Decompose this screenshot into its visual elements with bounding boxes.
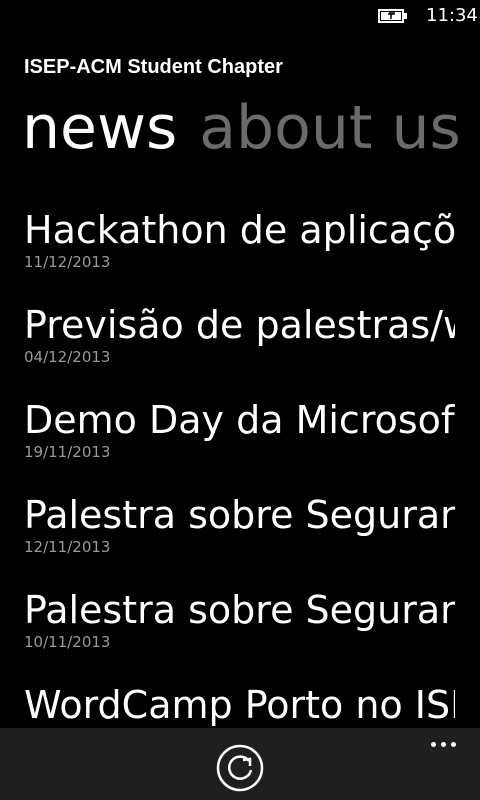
news-list: Hackathon de aplicações 11/12/2013 Previ…: [24, 204, 455, 728]
news-item[interactable]: Previsão de palestras/workshops 04/12/20…: [24, 299, 455, 394]
ellipsis-dot: [451, 742, 456, 747]
pivot-tab-news[interactable]: news: [22, 92, 177, 164]
news-item[interactable]: Palestra sobre Segurança 10/11/2013: [24, 584, 455, 679]
pivot-tab-about-us[interactable]: about us: [199, 92, 460, 164]
status-bar: 11:34: [0, 0, 480, 32]
news-item-title: Palestra sobre Segurança: [24, 588, 455, 632]
news-item[interactable]: Hackathon de aplicações 11/12/2013: [24, 204, 455, 299]
ellipsis-dot: [441, 742, 446, 747]
news-item[interactable]: Palestra sobre Segurança 12/11/2013: [24, 489, 455, 584]
news-item[interactable]: WordCamp Porto no ISEP: [24, 679, 455, 728]
news-item-title: Hackathon de aplicações: [24, 208, 455, 252]
ellipsis-dot: [431, 742, 436, 747]
more-ellipsis-icon[interactable]: [428, 736, 460, 752]
app-bar: [0, 728, 480, 800]
news-item-title: Previsão de palestras/workshops: [24, 303, 455, 347]
app-title: ISEP-ACM Student Chapter: [24, 56, 283, 78]
news-item[interactable]: Demo Day da Microsoft 19/11/2013: [24, 394, 455, 489]
refresh-icon[interactable]: [216, 744, 264, 792]
status-time: 11:34: [426, 5, 478, 26]
news-item-title: WordCamp Porto no ISEP: [24, 683, 455, 727]
news-item-title: Demo Day da Microsoft: [24, 398, 455, 442]
battery-charging-icon: [378, 9, 407, 23]
news-item-title: Palestra sobre Segurança: [24, 493, 455, 537]
pivot-headers: news about us: [22, 92, 480, 172]
